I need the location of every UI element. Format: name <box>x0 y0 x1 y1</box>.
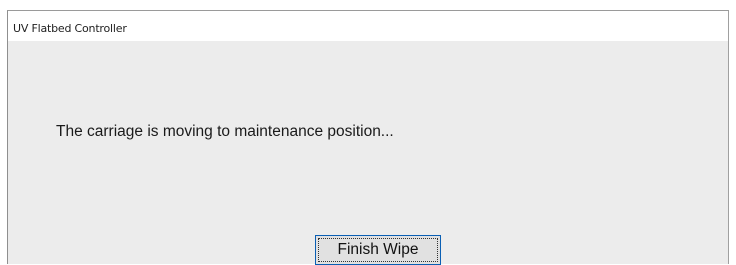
status-message: The carriage is moving to maintenance po… <box>56 123 394 140</box>
title-bar[interactable]: UV Flatbed Controller <box>8 11 728 41</box>
button-focus-rect: Finish Wipe <box>318 238 438 262</box>
finish-wipe-button[interactable]: Finish Wipe <box>315 235 441 265</box>
finish-wipe-label: Finish Wipe <box>337 241 419 258</box>
dialog-body: The carriage is moving to maintenance po… <box>8 41 728 265</box>
window-title: UV Flatbed Controller <box>13 22 127 35</box>
dialog-window: UV Flatbed Controller The carriage is mo… <box>7 10 729 265</box>
